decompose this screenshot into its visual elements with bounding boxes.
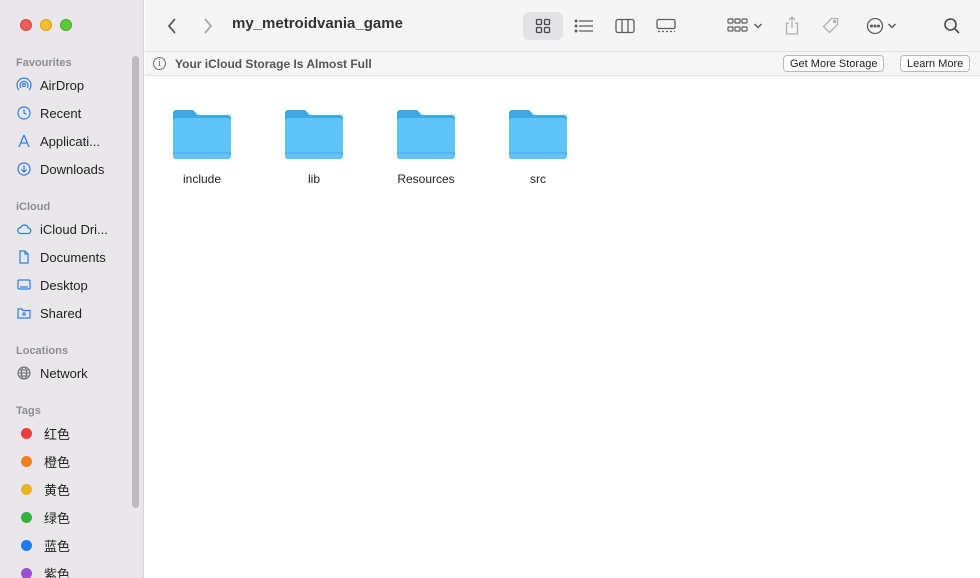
sidebar-item-icloud-drive[interactable]: iCloud Dri... — [16, 218, 134, 240]
tag-color-dot — [21, 483, 32, 495]
share-icon — [785, 16, 799, 35]
gallery-view-button[interactable] — [651, 12, 681, 40]
chevron-down-icon — [887, 23, 896, 29]
sidebar-item-label: 橙色 — [44, 454, 71, 470]
tag-color-dot — [21, 511, 32, 523]
file-browser-content: include lib Resources src — [145, 77, 980, 578]
gallery-icon — [656, 18, 676, 33]
airdrop-icon — [16, 77, 32, 93]
banner-message: Your iCloud Storage Is Almost Full — [175, 56, 372, 71]
sidebar-item-label: 红色 — [44, 426, 71, 442]
zoom-window-button[interactable] — [60, 19, 72, 31]
sidebar-item-documents[interactable]: Documents — [16, 246, 134, 268]
sidebar-item-label: iCloud Dri... — [40, 221, 108, 237]
folder-name: include — [182, 172, 222, 186]
sidebar-item-label: Recent — [40, 105, 82, 121]
sidebar-item-recent[interactable]: Recent — [16, 102, 134, 124]
tag-color-dot — [21, 567, 32, 578]
applications-icon — [16, 133, 32, 149]
cloud-icon — [16, 221, 32, 237]
sidebar-item-label: Network — [40, 365, 88, 381]
group-by-button[interactable] — [725, 12, 765, 40]
group-grid-icon — [727, 18, 748, 32]
sidebar-item-label: 绿色 — [44, 510, 71, 526]
sidebar: Favourites AirDrop Recent Applicati... D… — [0, 0, 144, 578]
search-icon — [944, 18, 960, 34]
tag-color-dot — [21, 455, 32, 467]
chevron-right-icon — [204, 18, 213, 34]
get-more-storage-button[interactable]: Get More Storage — [783, 55, 885, 72]
more-actions-button[interactable] — [861, 12, 901, 40]
grid-icon — [535, 18, 551, 34]
folder-icon — [173, 110, 231, 159]
window-title: my_metroidvania_game — [232, 15, 403, 32]
chevron-left-icon — [167, 18, 176, 34]
sidebar-tag-red[interactable]: 红色 — [16, 422, 134, 444]
sidebar-item-desktop[interactable]: Desktop — [16, 274, 134, 296]
folder-name: Resources — [397, 172, 455, 186]
minimize-window-button[interactable] — [40, 19, 52, 31]
sidebar-tag-green[interactable]: 绿色 — [16, 506, 134, 528]
sidebar-section-icloud: iCloud — [16, 201, 51, 213]
document-icon — [16, 249, 32, 265]
back-button[interactable] — [159, 12, 185, 40]
sidebar-item-label: Downloads — [40, 161, 105, 177]
columns-icon — [615, 18, 635, 34]
folder-name: lib — [307, 172, 320, 186]
list-icon — [574, 19, 593, 33]
forward-button[interactable] — [195, 12, 221, 40]
sidebar-item-label: Shared — [40, 305, 82, 321]
sidebar-item-applications[interactable]: Applicati... — [16, 130, 134, 152]
sidebar-item-shared[interactable]: Shared — [16, 302, 134, 324]
sidebar-section-locations: Locations — [16, 345, 68, 357]
sidebar-tag-orange[interactable]: 橙色 — [16, 450, 134, 472]
folder-name: src — [530, 172, 546, 186]
folder-icon — [509, 110, 567, 159]
sidebar-section-favourites: Favourites — [16, 57, 72, 69]
folder-item[interactable]: Resources — [381, 107, 471, 186]
window-controls — [20, 19, 72, 31]
ellipsis-circle-icon — [866, 17, 883, 35]
sidebar-item-network[interactable]: Network — [16, 362, 134, 384]
folder-item[interactable]: include — [157, 107, 247, 186]
tags-button[interactable] — [818, 12, 844, 40]
icon-view-button[interactable] — [523, 12, 563, 40]
info-icon: i — [153, 57, 166, 70]
folder-icon — [285, 110, 343, 159]
tag-color-dot — [21, 427, 32, 439]
icloud-storage-banner: i Your iCloud Storage Is Almost Full Get… — [145, 52, 980, 76]
share-button[interactable] — [779, 12, 805, 40]
search-button[interactable] — [939, 12, 965, 40]
sidebar-section-tags: Tags — [16, 405, 41, 417]
sidebar-item-label: 蓝色 — [44, 538, 71, 554]
folder-icon — [397, 110, 455, 159]
clock-icon — [16, 105, 32, 121]
tag-color-dot — [21, 539, 32, 551]
folder-item[interactable]: lib — [269, 107, 359, 186]
sidebar-tag-purple[interactable]: 紫色 — [16, 562, 134, 578]
folder-item[interactable]: src — [493, 107, 583, 186]
learn-more-button[interactable]: Learn More — [900, 55, 971, 72]
list-view-button[interactable] — [569, 12, 599, 40]
sidebar-tag-yellow[interactable]: 黄色 — [16, 478, 134, 500]
sidebar-item-downloads[interactable]: Downloads — [16, 158, 134, 180]
sidebar-item-label: Desktop — [40, 277, 88, 293]
column-view-button[interactable] — [610, 12, 640, 40]
desktop-icon — [16, 277, 32, 293]
sidebar-item-label: 黄色 — [44, 482, 71, 498]
sidebar-tag-blue[interactable]: 蓝色 — [16, 534, 134, 556]
shared-folder-icon — [16, 305, 32, 321]
sidebar-scrollbar[interactable] — [132, 56, 139, 508]
toolbar: my_metroidvania_game — [145, 0, 980, 52]
sidebar-item-label: Documents — [40, 249, 106, 265]
tag-icon — [822, 17, 839, 34]
sidebar-item-airdrop[interactable]: AirDrop — [16, 74, 134, 96]
sidebar-item-label: Applicati... — [40, 133, 100, 149]
chevron-down-icon — [753, 23, 763, 29]
sidebar-item-label: 紫色 — [44, 566, 71, 578]
close-window-button[interactable] — [20, 19, 32, 31]
globe-icon — [16, 365, 32, 381]
sidebar-item-label: AirDrop — [40, 77, 85, 93]
download-icon — [16, 161, 32, 177]
